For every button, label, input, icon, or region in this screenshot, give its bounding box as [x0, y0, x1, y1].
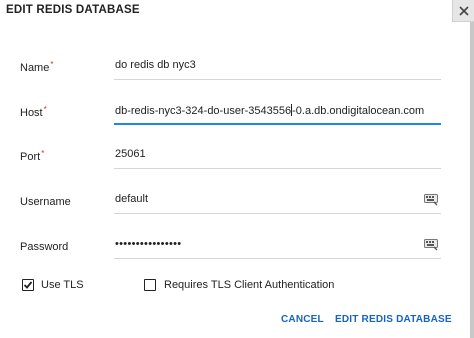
- password-field[interactable]: ••••••••••••••••: [114, 235, 441, 259]
- tls-client-auth-label: Requires TLS Client Authentication: [164, 279, 335, 291]
- host-label: Host*: [20, 105, 47, 119]
- use-tls-label: Use TLS: [41, 279, 84, 291]
- port-field[interactable]: 25061: [114, 145, 441, 169]
- host-value: db-redis-nyc3-324-do-user-3543556-0.a.db…: [115, 104, 425, 117]
- name-value: do redis db nyc3: [115, 59, 196, 71]
- name-field[interactable]: do redis db nyc3: [114, 56, 441, 80]
- tls-client-auth-checkbox[interactable]: [144, 279, 156, 291]
- username-value: default: [115, 193, 149, 205]
- username-label: Username: [20, 196, 71, 208]
- close-icon: [459, 6, 469, 16]
- host-field[interactable]: db-redis-nyc3-324-do-user-3543556-0.a.db…: [114, 101, 441, 125]
- variable-picker-icon[interactable]: [424, 239, 438, 251]
- use-tls-checkbox[interactable]: [22, 279, 34, 291]
- name-label: Name*: [20, 60, 54, 74]
- username-field[interactable]: default: [114, 190, 441, 214]
- password-label: Password: [20, 241, 69, 253]
- scrollbar[interactable]: [470, 22, 474, 338]
- close-button[interactable]: [452, 0, 474, 22]
- port-label: Port*: [20, 149, 45, 163]
- variable-picker-icon[interactable]: [424, 194, 438, 206]
- password-value: ••••••••••••••••: [115, 238, 182, 250]
- checkmark-icon: [23, 281, 33, 289]
- edit-redis-database-button[interactable]: EDIT REDIS DATABASE: [335, 314, 452, 325]
- port-value: 25061: [115, 148, 146, 160]
- cancel-button[interactable]: CANCEL: [281, 314, 324, 325]
- edit-redis-dialog: EDIT REDIS DATABASE Name* do redis db ny…: [0, 0, 474, 338]
- dialog-title: EDIT REDIS DATABASE: [6, 4, 140, 16]
